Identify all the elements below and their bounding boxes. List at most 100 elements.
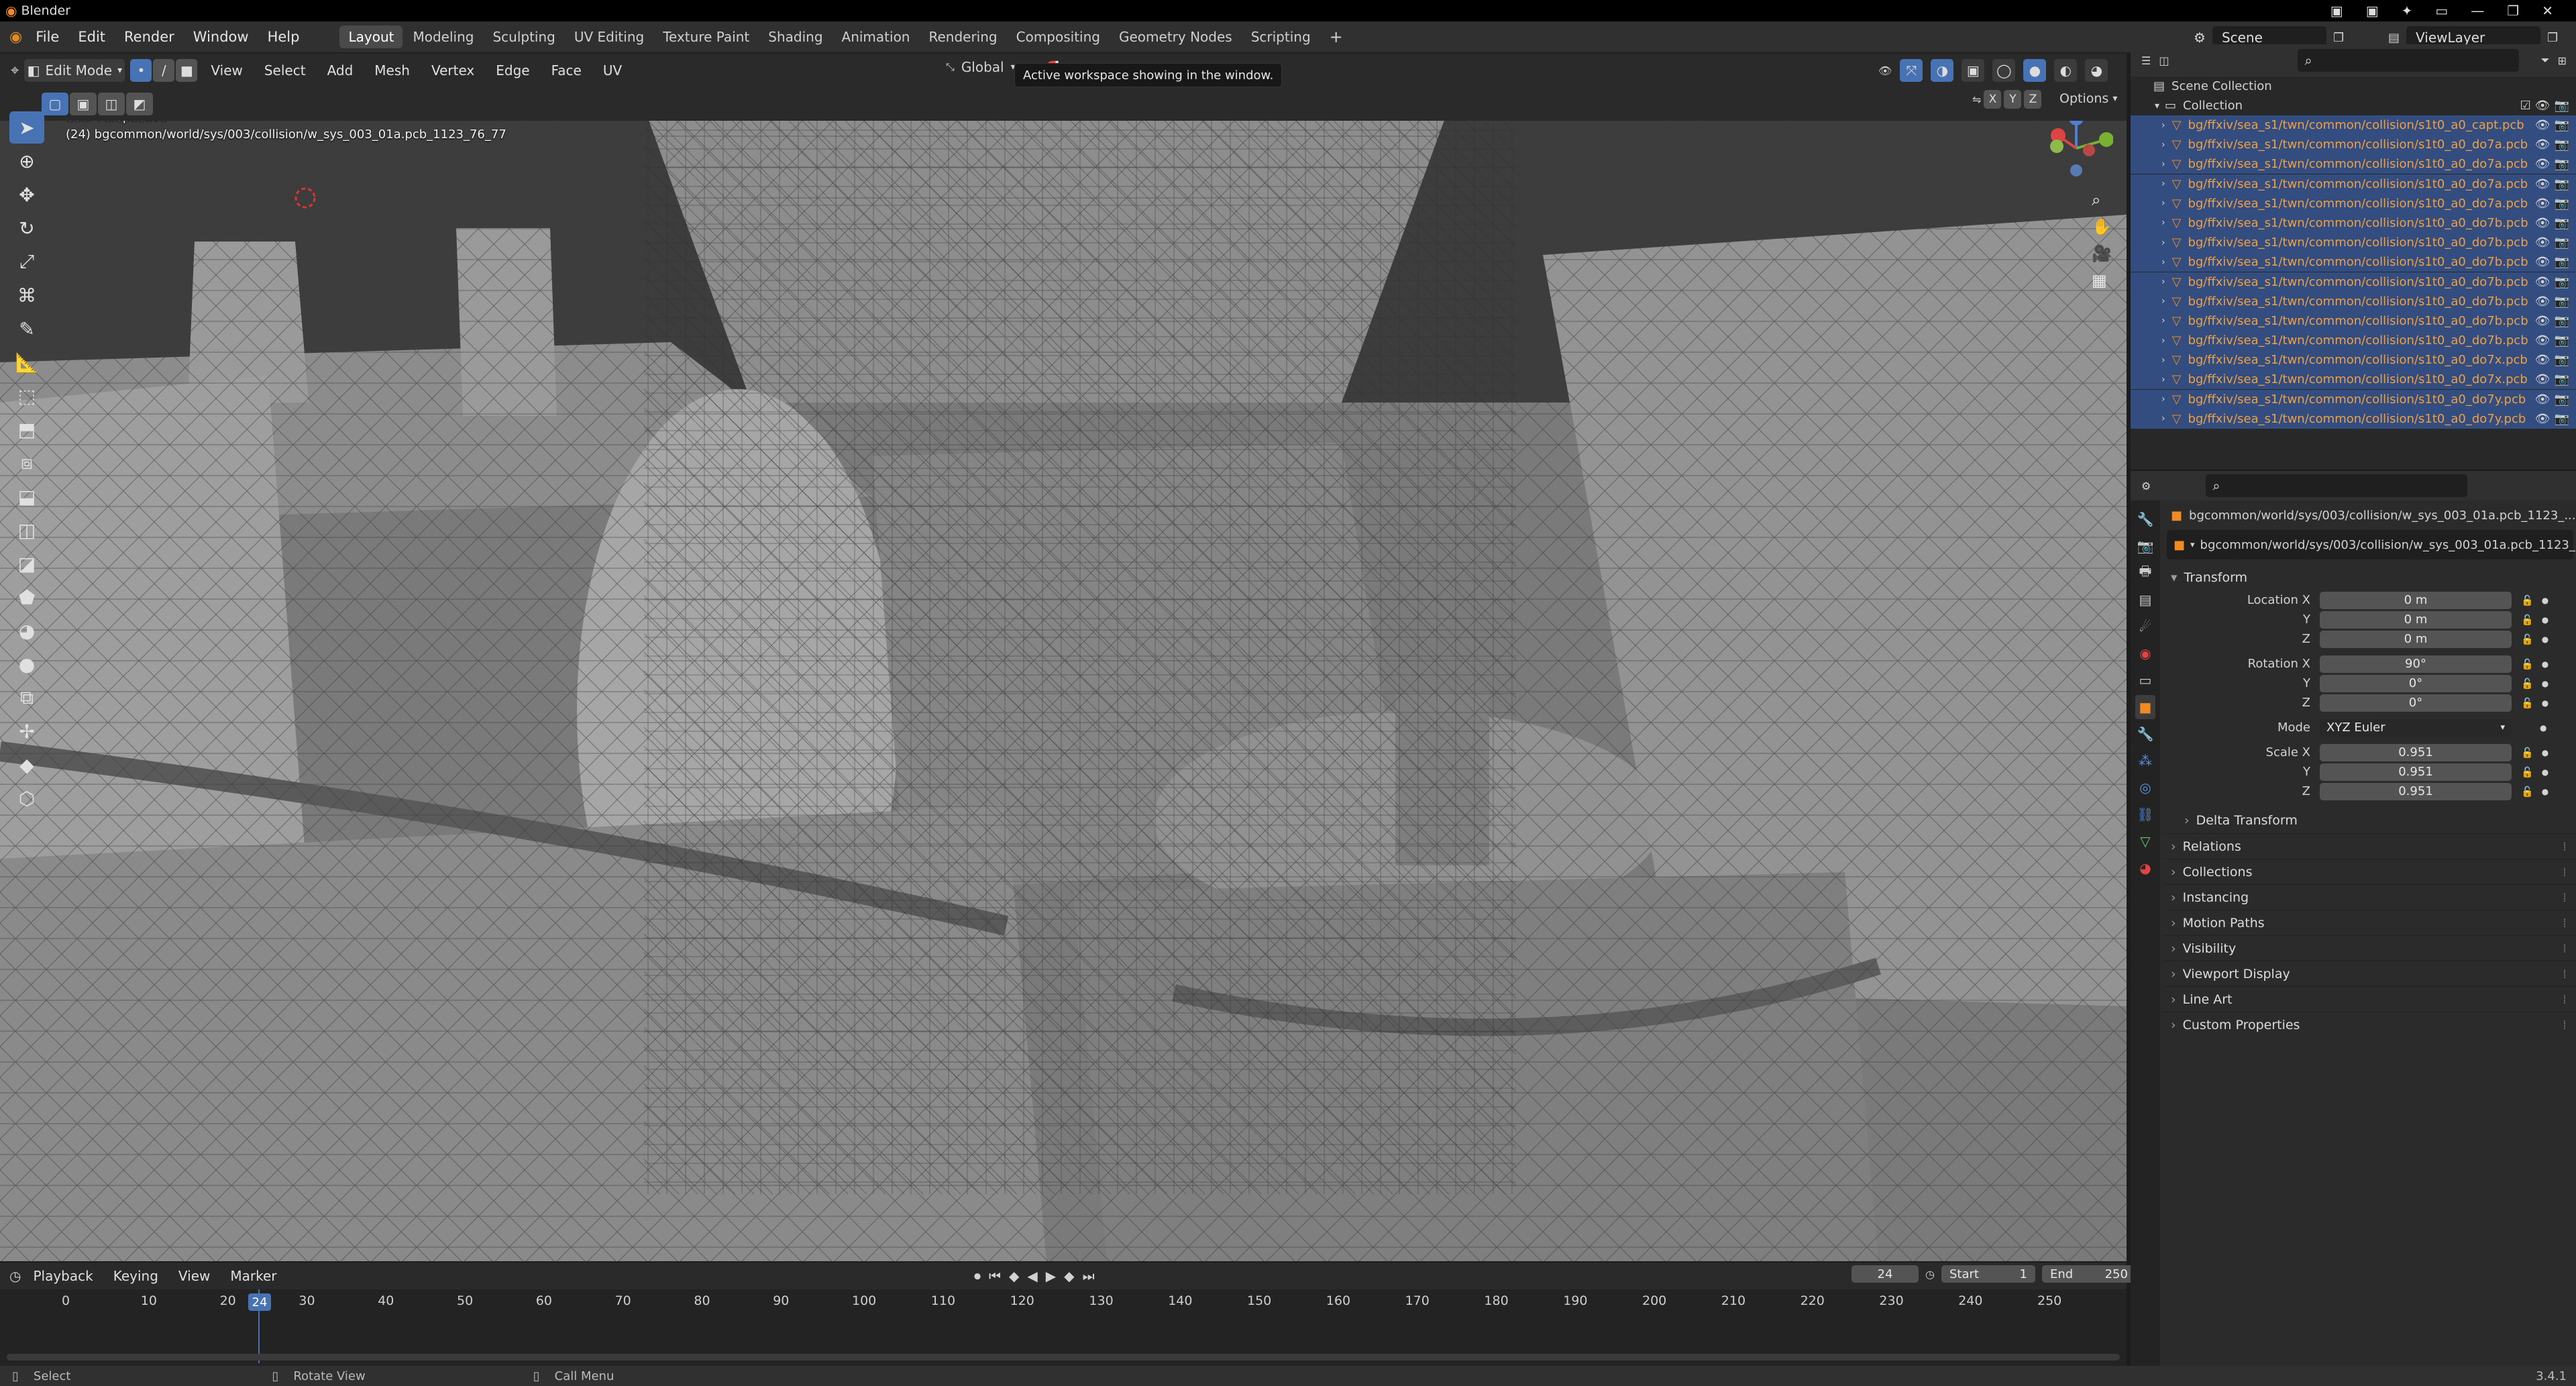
extrude-tool-icon[interactable]: ⬒ <box>9 413 44 445</box>
data-tab-icon[interactable]: ▽ <box>2135 829 2155 853</box>
vertex-select-icon[interactable]: • <box>130 59 152 82</box>
chevron-right-icon[interactable]: › <box>2161 335 2165 346</box>
play-icon[interactable]: ▶ <box>1046 1268 1056 1284</box>
chevron-right-icon[interactable]: › <box>2161 315 2165 326</box>
outliner-item[interactable]: › ▽ bg/ffxiv/sea_s1/twn/common/collision/s… <box>2131 331 2576 351</box>
editor-type-icon[interactable]: ⌖ <box>11 62 19 79</box>
eye-icon[interactable]: 👁 <box>2535 138 2551 152</box>
eye-icon[interactable]: 👁 <box>2535 412 2551 426</box>
keyframe-dot[interactable]: ● <box>2542 659 2548 669</box>
rotation-y-field[interactable]: 0° <box>2320 674 2512 692</box>
chevron-right-icon[interactable]: › <box>2161 296 2165 307</box>
menu-vertex[interactable]: Vertex <box>423 57 482 84</box>
panel-custom-properties[interactable]: › Custom Properties ⁞ <box>2164 1012 2576 1037</box>
mirror-y[interactable]: Y <box>2004 90 2022 109</box>
chevron-right-icon[interactable]: › <box>2161 198 2165 209</box>
eye-icon[interactable]: 👁 <box>2535 157 2551 171</box>
outliner-search-input[interactable]: ⌕ <box>2298 49 2520 72</box>
edge-slide-tool-icon[interactable]: ⧉ <box>9 682 44 714</box>
chevron-right-icon[interactable]: › <box>2161 120 2165 131</box>
chevron-right-icon[interactable]: › <box>2161 276 2165 287</box>
menu-window[interactable]: Window <box>184 21 258 53</box>
outliner-item[interactable]: › ▽ bg/ffxiv/sea_s1/twn/common/collision/s… <box>2131 409 2576 429</box>
outliner-item[interactable]: › ▽ bg/ffxiv/sea_s1/twn/common/collision/s… <box>2131 174 2576 194</box>
lock-icon[interactable]: 🔓 <box>2521 678 2534 690</box>
pan-hand-icon[interactable]: ✋ <box>2092 217 2112 236</box>
frame-ruler[interactable]: 0 10 20 30 40 50 60 70 80 90 100 110 120 130 140 150 160… <box>0 1292 2127 1312</box>
properties-editor-icon[interactable]: ⚙ <box>2141 480 2151 492</box>
lock-icon[interactable]: 🔓 <box>2521 633 2534 645</box>
lock-icon[interactable]: 🔓 <box>2521 658 2534 670</box>
spin-tool-icon[interactable]: ◕ <box>9 615 44 647</box>
shear-tool-icon[interactable]: ◆ <box>9 749 44 781</box>
eye-icon[interactable]: 👁 <box>2535 275 2551 289</box>
tab-uv-editing[interactable]: UV Editing <box>566 25 653 48</box>
poly-build-tool-icon[interactable]: ⬟ <box>9 581 44 613</box>
eye-icon[interactable]: 👁 <box>2535 216 2551 230</box>
menu-keying[interactable]: Keying <box>105 1263 166 1289</box>
drag-handle-icon[interactable]: ⁞ <box>2563 865 2567 879</box>
window-icon[interactable]: ▭ <box>2435 3 2448 19</box>
chevron-right-icon[interactable]: › <box>2161 257 2165 268</box>
eye-icon[interactable]: 👁 <box>2535 177 2551 191</box>
outliner-item[interactable]: › ▽ bg/ffxiv/sea_s1/twn/common/collision/s… <box>2131 193 2576 213</box>
navigation-gizmo[interactable] <box>2039 121 2114 185</box>
inset-tool-icon[interactable]: ⧈ <box>9 447 44 479</box>
view-layer-tab-icon[interactable]: ▤ <box>2135 588 2155 612</box>
drag-handle-icon[interactable]: ⁞ <box>2563 916 2567 930</box>
lock-icon[interactable]: 🔓 <box>2521 766 2534 778</box>
select-invert-icon[interactable]: ◩ <box>126 93 153 115</box>
overlay-icon[interactable]: ◑ <box>1931 59 1954 82</box>
tab-scripting[interactable]: Scripting <box>1242 25 1320 48</box>
jump-end-icon[interactable]: ⏭ <box>1083 1268 1095 1284</box>
pin-icon[interactable]: ✦ <box>2402 3 2413 19</box>
xray-icon[interactable]: ▣ <box>1962 59 1985 82</box>
chevron-right-icon[interactable]: › <box>2161 394 2165 405</box>
panel-relations[interactable]: › Relations ⁞ <box>2164 833 2576 859</box>
location-y-field[interactable]: 0 m <box>2320 610 2512 629</box>
outliner-item[interactable]: › ▽ bg/ffxiv/sea_s1/twn/common/collision/s… <box>2131 233 2576 253</box>
smooth-tool-icon[interactable]: ● <box>9 648 44 680</box>
lock-icon[interactable]: 🔓 <box>2521 594 2534 606</box>
tab-sculpting[interactable]: Sculpting <box>484 25 564 48</box>
camera-render-icon[interactable]: 📷 <box>2555 99 2569 113</box>
outliner-item[interactable]: › ▽ bg/ffxiv/sea_s1/twn/common/collision/s… <box>2131 272 2576 292</box>
edge-select-icon[interactable]: / <box>153 59 175 82</box>
material-tab-icon[interactable]: ◕ <box>2135 856 2155 880</box>
start-frame-field[interactable]: Start 1 <box>1941 1265 2035 1283</box>
solid-shading-icon[interactable]: ● <box>2023 59 2047 82</box>
wireframe-shading-icon[interactable]: ◯ <box>1992 59 2016 82</box>
tab-texture-paint[interactable]: Texture Paint <box>654 25 758 48</box>
timeline-editor-icon[interactable]: ◷ <box>9 1268 21 1284</box>
keyframe-dot[interactable]: ● <box>2542 698 2548 708</box>
camera-render-icon[interactable]: 📷 <box>2555 314 2569 328</box>
keyframe-dot[interactable]: ● <box>2542 596 2548 605</box>
record-icon[interactable]: ⏺ <box>974 1268 981 1284</box>
keyframe-dot[interactable]: ● <box>2542 635 2548 644</box>
output-tab-icon[interactable]: 🖶 <box>2135 561 2155 585</box>
menu-edge[interactable]: Edge <box>488 57 537 84</box>
properties-search-input[interactable]: ⌕ <box>2206 474 2468 497</box>
menu-uv[interactable]: UV <box>595 57 630 84</box>
outliner-item[interactable]: › ▽ bg/ffxiv/sea_s1/twn/common/collision/s… <box>2131 115 2576 135</box>
transform-panel-header[interactable]: ▾ Transform <box>2164 565 2576 590</box>
menu-help[interactable]: Help <box>258 21 309 53</box>
viewlayer-copy-icon[interactable]: ❐ <box>2547 31 2558 45</box>
outliner-item[interactable]: › ▽ bg/ffxiv/sea_s1/twn/common/collision/s… <box>2131 154 2576 174</box>
close-icon[interactable]: ✕ <box>2542 3 2553 19</box>
lock-icon[interactable]: 🔓 <box>2521 747 2534 759</box>
chevron-right-icon[interactable]: › <box>2161 178 2165 189</box>
camera-render-icon[interactable]: 📷 <box>2555 275 2569 289</box>
knife-tool-icon[interactable]: ◪ <box>9 547 44 580</box>
eye-icon[interactable]: 👁 <box>2535 295 2551 309</box>
eye-icon[interactable]: 👁 <box>2535 99 2551 113</box>
add-cube-tool-icon[interactable]: ⬚ <box>9 380 44 412</box>
restore-icon[interactable]: ❐ <box>2507 3 2519 19</box>
camera-render-icon[interactable]: 📷 <box>2555 177 2569 191</box>
menu-timeline-view[interactable]: View <box>170 1263 218 1289</box>
world-tab-icon[interactable]: ◉ <box>2135 641 2155 665</box>
mirror-z[interactable]: Z <box>2024 90 2042 109</box>
panel-motion-paths[interactable]: › Motion Paths ⁞ <box>2164 910 2576 935</box>
outliner-item[interactable]: › ▽ bg/ffxiv/sea_s1/twn/common/collision/s… <box>2131 311 2576 331</box>
scene-collection-row[interactable]: ▤ Scene Collection <box>2131 76 2576 96</box>
